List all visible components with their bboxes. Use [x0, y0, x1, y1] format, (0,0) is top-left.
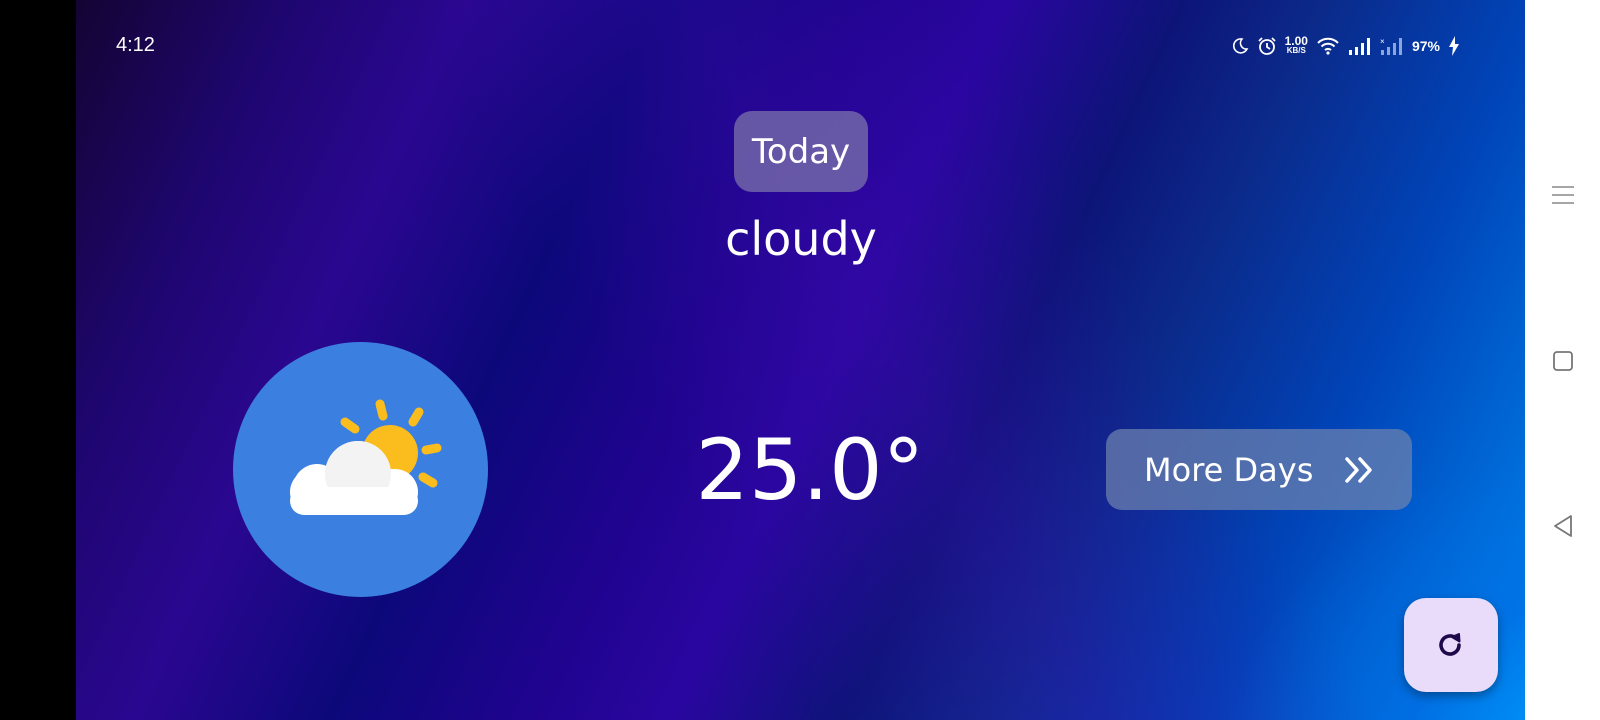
- refresh-button[interactable]: [1404, 598, 1498, 692]
- refresh-icon: [1439, 633, 1461, 656]
- wifi-icon: [1316, 37, 1340, 55]
- back-button[interactable]: [1525, 496, 1600, 556]
- back-triangle-icon: [1553, 515, 1572, 537]
- signal-no-sim-icon: ×: [1380, 37, 1404, 55]
- charging-icon: [1448, 36, 1460, 56]
- navigation-bar: [1525, 0, 1600, 720]
- status-icons: 1.00 KB/S × 97%: [1231, 34, 1460, 58]
- home-square-icon: [1552, 351, 1573, 371]
- signal-icon: [1348, 37, 1372, 55]
- double-chevron-right-icon: [1343, 456, 1375, 484]
- moon-icon: [1231, 37, 1249, 55]
- display-cutout: [0, 0, 76, 720]
- svg-text:×: ×: [1380, 37, 1385, 46]
- status-time: 4:12: [116, 34, 155, 56]
- partly-cloudy-icon: [290, 399, 442, 515]
- more-days-button[interactable]: More Days: [1106, 429, 1412, 510]
- weather-condition: cloudy: [725, 212, 877, 266]
- alarm-icon: [1257, 36, 1277, 56]
- menu-icon: [1551, 186, 1574, 204]
- temperature-value: 25.0°: [695, 421, 925, 519]
- net-speed-value: 1.00: [1284, 34, 1308, 48]
- net-speed: 1.00 KB/S: [1284, 34, 1308, 55]
- day-label: Today: [734, 111, 868, 192]
- more-days-label: More Days: [1144, 450, 1314, 489]
- weather-icon-circle: [233, 342, 488, 597]
- menu-button[interactable]: [1525, 165, 1600, 225]
- net-speed-unit: KB/S: [1286, 46, 1306, 55]
- screen: 4:12 1.00 KB/S × 97% Today cloudy 25.0° …: [0, 0, 1600, 720]
- battery-level: 97%: [1411, 38, 1440, 54]
- home-button[interactable]: [1525, 331, 1600, 391]
